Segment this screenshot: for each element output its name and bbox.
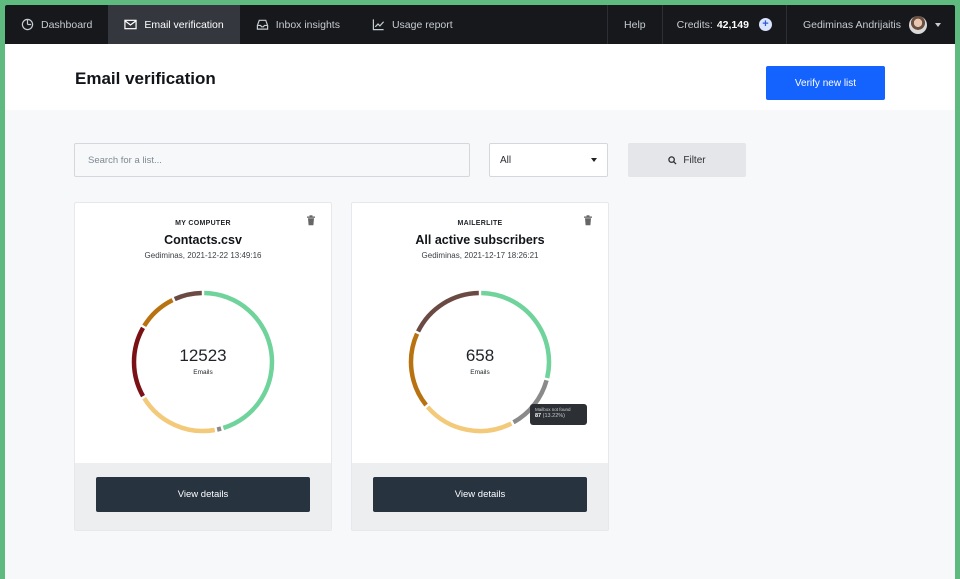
- user-name: Gediminas Andrijaitis: [802, 18, 901, 31]
- tooltip-percent: (13.22%): [542, 413, 565, 419]
- list-card: MY COMPUTER Contacts.csv Gediminas, 2021…: [74, 202, 332, 531]
- email-count: 658: [465, 346, 495, 365]
- help-label: Help: [624, 18, 646, 31]
- chevron-down-icon: [591, 158, 597, 162]
- envelope-check-icon: [124, 19, 138, 30]
- card-footer: View details: [352, 463, 608, 530]
- card-footer: View details: [75, 463, 331, 530]
- nav-item-inbox-insights[interactable]: Inbox insights: [240, 5, 356, 44]
- view-details-button[interactable]: View details: [373, 477, 587, 512]
- nav-item-email-verification[interactable]: Email verification: [108, 5, 240, 44]
- donut-segment[interactable]: [425, 405, 513, 434]
- nav-label-inbox-insights: Inbox insights: [275, 18, 340, 31]
- nav-label-email-verification: Email verification: [144, 18, 224, 31]
- segment-tooltip: Mailbox not found 87 (13.22%): [530, 404, 587, 425]
- email-count-label: Emails: [470, 369, 490, 376]
- search-icon: [668, 155, 677, 165]
- app-window: Dashboard Email verification Inbox insig…: [5, 5, 955, 579]
- nav-item-dashboard[interactable]: Dashboard: [5, 5, 108, 44]
- avatar: [909, 15, 927, 34]
- user-menu[interactable]: Gediminas Andrijaitis: [785, 5, 955, 44]
- donut-segment[interactable]: [173, 290, 202, 302]
- list-meta: Gediminas, 2021-12-17 18:26:21: [421, 251, 539, 260]
- nav-label-dashboard: Dashboard: [41, 18, 93, 31]
- chevron-down-icon: [935, 22, 941, 27]
- credits-label: Credits:: [676, 18, 713, 31]
- page-header: Email verification Verify new list: [5, 44, 955, 110]
- help-link[interactable]: Help: [607, 5, 662, 44]
- donut-segment[interactable]: [142, 396, 216, 434]
- email-count-label: Emails: [193, 369, 213, 376]
- page-title: Email verification: [75, 69, 216, 88]
- list-card: MAILERLITE All active subscribers Gedimi…: [351, 202, 609, 531]
- list-source: MY COMPUTER: [175, 220, 231, 227]
- list-title: All active subscribers: [415, 233, 545, 247]
- nav-right-group: Help Credits: 42,149 + Gediminas Andrija…: [607, 5, 955, 44]
- nav-label-usage-report: Usage report: [391, 18, 453, 31]
- filter-button-label: Filter: [683, 154, 706, 166]
- chart-line-icon: [372, 19, 385, 31]
- search-input[interactable]: [74, 143, 470, 177]
- select-value: All: [500, 154, 512, 166]
- top-navigation: Dashboard Email verification Inbox insig…: [5, 5, 955, 44]
- list-type-select[interactable]: All: [489, 143, 608, 177]
- list-meta: Gediminas, 2021-12-22 13:49:16: [144, 251, 262, 260]
- trash-icon[interactable]: [306, 215, 316, 226]
- trash-icon[interactable]: [583, 215, 593, 226]
- tooltip-title: Mailbox not found: [535, 407, 571, 412]
- donut-segment[interactable]: [416, 290, 479, 333]
- add-credits-icon[interactable]: +: [758, 18, 772, 31]
- donut-segment[interactable]: [216, 426, 222, 432]
- verify-new-list-button[interactable]: Verify new list: [766, 66, 885, 100]
- inbox-icon: [256, 19, 268, 30]
- list-source: MAILERLITE: [457, 220, 503, 227]
- credits-value: 42,149: [716, 18, 749, 31]
- credits-display: Credits: 42,149 +: [661, 5, 786, 44]
- dashboard-icon: [21, 18, 34, 31]
- nav-item-usage-report[interactable]: Usage report: [356, 5, 469, 44]
- filter-button[interactable]: Filter: [628, 143, 746, 177]
- tooltip-value: 87 (13.22%): [535, 413, 582, 419]
- list-title: Contacts.csv: [164, 233, 242, 247]
- tooltip-count: 87: [535, 413, 542, 419]
- donut-segment[interactable]: [142, 298, 174, 328]
- email-count: 12523: [179, 346, 227, 365]
- view-details-button[interactable]: View details: [96, 477, 310, 512]
